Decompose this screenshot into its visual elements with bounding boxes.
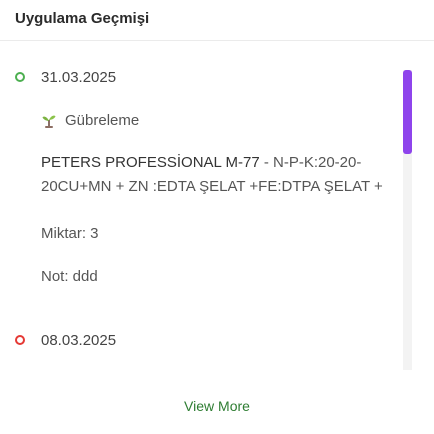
entry-date: 08.03.2025	[41, 332, 117, 349]
scrollbar-thumb[interactable]	[403, 70, 412, 154]
panel-header: Uygulama Geçmişi	[0, 0, 434, 41]
sprout-icon	[42, 115, 56, 128]
entry-date: 31.03.2025	[41, 69, 117, 86]
timeline-dot-green-icon	[15, 72, 25, 82]
timeline[interactable]: 31.03.2025 Gübreleme PETERS PROFESSİONAL…	[0, 41, 434, 371]
view-more-link[interactable]: View More	[0, 398, 434, 414]
timeline-dot-red-icon	[15, 335, 25, 345]
entry-activity: Gübreleme	[41, 112, 139, 129]
entry-activity-label: Gübreleme	[65, 112, 140, 129]
product-name: PETERS PROFESSİONAL M-77	[41, 154, 260, 171]
entry-note: Not: ddd	[41, 268, 98, 285]
entry-product: PETERS PROFESSİONAL M-77 - N-P-K:20-20-2…	[41, 151, 391, 199]
panel-title: Uygulama Geçmişi	[15, 10, 150, 27]
entry-quantity: Miktar: 3	[41, 225, 99, 242]
